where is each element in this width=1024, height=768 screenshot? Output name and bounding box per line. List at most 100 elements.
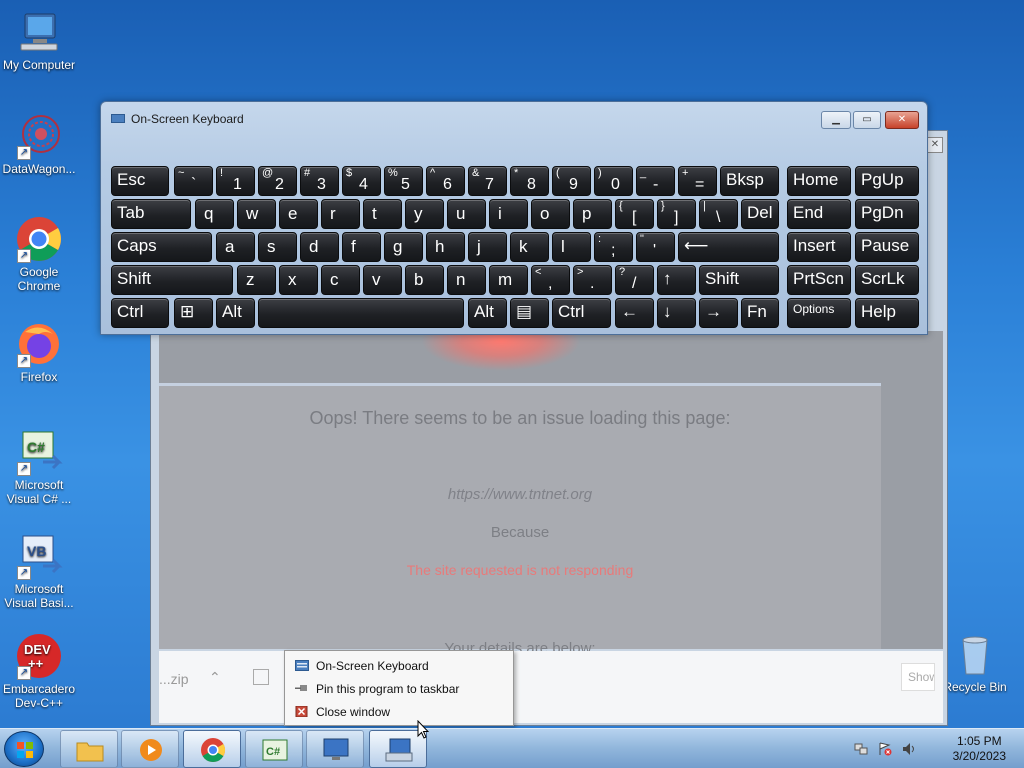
error-url[interactable]: https://www.tntnet.org <box>159 486 881 503</box>
key-insert[interactable]: Insert <box>787 232 851 262</box>
file-icon[interactable] <box>253 669 269 685</box>
key-symbol[interactable]: ? / <box>615 265 654 295</box>
start-button[interactable] <box>4 731 44 767</box>
osk-titlebar[interactable]: On-Screen Keyboard ▁ ▭ ✕ <box>101 102 927 132</box>
taskbar-chrome-button[interactable] <box>183 730 241 768</box>
key-home[interactable]: Home <box>787 166 851 196</box>
key-symbol[interactable]: ↓ <box>657 298 696 328</box>
key-w[interactable]: w <box>237 199 276 229</box>
key-symbol[interactable]: <, <box>531 265 570 295</box>
key-symbol[interactable]: #3 <box>300 166 339 196</box>
key-f[interactable]: f <box>342 232 381 262</box>
key-symbol[interactable]: ⊞ <box>174 298 213 328</box>
key-symbol[interactable]: % 5 <box>384 166 423 196</box>
key-m[interactable]: m <box>489 265 528 295</box>
taskbar-explorer-button[interactable] <box>60 730 118 768</box>
taskbar-media-player-button[interactable] <box>121 730 179 768</box>
key-symbol[interactable]: ! 1 <box>216 166 255 196</box>
key-end[interactable]: End <box>787 199 851 229</box>
key-fn[interactable]: Fn <box>741 298 779 328</box>
key-u[interactable]: u <box>447 199 486 229</box>
key-n[interactable]: n <box>447 265 486 295</box>
key-symbol[interactable]: >. <box>573 265 612 295</box>
key-bksp[interactable]: Bksp <box>720 166 779 196</box>
key-symbol[interactable]: ~ ` <box>174 166 213 196</box>
key-g[interactable]: g <box>384 232 423 262</box>
key-y[interactable]: y <box>405 199 444 229</box>
key-pause[interactable]: Pause <box>855 232 919 262</box>
key-symbol[interactable]: @2 <box>258 166 297 196</box>
key-x[interactable]: x <box>279 265 318 295</box>
chevron-up-icon[interactable]: ⌃ <box>209 669 221 686</box>
key-space[interactable] <box>258 298 464 328</box>
key-tab[interactable]: Tab <box>111 199 191 229</box>
volume-icon[interactable] <box>902 742 916 756</box>
key-symbol[interactable]: }] <box>657 199 696 229</box>
taskbar-remote-desktop-button[interactable] <box>306 730 364 768</box>
key-options[interactable]: Options <box>787 298 851 328</box>
key-symbol[interactable]: {[ <box>615 199 654 229</box>
key-symbol[interactable]: :; <box>594 232 633 262</box>
key-symbol[interactable]: → <box>699 298 738 328</box>
key-pgup[interactable]: PgUp <box>855 166 919 196</box>
menu-item-close-window[interactable]: Close window <box>285 701 513 723</box>
network-icon[interactable] <box>854 742 868 756</box>
key-l[interactable]: l <box>552 232 591 262</box>
taskbar-csharp-button[interactable]: C# <box>245 730 303 768</box>
key-caps[interactable]: Caps <box>111 232 212 262</box>
key-j[interactable]: j <box>468 232 507 262</box>
key-symbol[interactable]: (9 <box>552 166 591 196</box>
clock[interactable]: 1:05 PM 3/20/2023 <box>953 734 1006 764</box>
key-symbol[interactable]: ↑ <box>657 265 696 295</box>
key-symbol[interactable]: ) 0 <box>594 166 633 196</box>
key-s[interactable]: s <box>258 232 297 262</box>
key-symbol[interactable]: ← <box>615 298 654 328</box>
desktop-icon-firefox[interactable]: ↗ Firefox <box>0 320 78 384</box>
key-shift[interactable]: Shift <box>111 265 233 295</box>
key-r[interactable]: r <box>321 199 360 229</box>
maximize-button[interactable]: ▭ <box>853 111 881 129</box>
menu-item-pin[interactable]: Pin this program to taskbar <box>285 678 513 700</box>
key-alt[interactable]: Alt <box>468 298 507 328</box>
key-d[interactable]: d <box>300 232 339 262</box>
minimize-button[interactable]: ▁ <box>821 111 851 129</box>
key-c[interactable]: c <box>321 265 360 295</box>
key-symbol[interactable]: ⟵ <box>678 232 779 262</box>
key-symbol[interactable]: | \ <box>699 199 738 229</box>
key-symbol[interactable]: * 8 <box>510 166 549 196</box>
on-screen-keyboard-window[interactable]: On-Screen Keyboard ▁ ▭ ✕ Esc ~ `! 1 @2 #3 $4% 5… <box>100 101 928 335</box>
key-a[interactable]: a <box>216 232 255 262</box>
show-all-button[interactable]: Show all <box>901 663 935 691</box>
close-button[interactable]: ✕ <box>885 111 919 129</box>
close-icon[interactable]: ✕ <box>927 137 943 153</box>
key-help[interactable]: Help <box>855 298 919 328</box>
key-e[interactable]: e <box>279 199 318 229</box>
desktop-icon-my-computer[interactable]: My Computer <box>0 8 78 72</box>
key-t[interactable]: t <box>363 199 402 229</box>
action-center-icon[interactable] <box>878 742 892 756</box>
desktop-icon-google-chrome[interactable]: ↗ Google Chrome <box>0 215 78 293</box>
key-ctrl[interactable]: Ctrl <box>552 298 611 328</box>
key-scrlk[interactable]: ScrLk <box>855 265 919 295</box>
key-symbol[interactable]: ^ 6 <box>426 166 465 196</box>
menu-item-osk[interactable]: On-Screen Keyboard <box>285 655 513 677</box>
key-symbol[interactable]: $4 <box>342 166 381 196</box>
key-symbol[interactable]: _ - <box>636 166 675 196</box>
key-b[interactable]: b <box>405 265 444 295</box>
key-i[interactable]: i <box>489 199 528 229</box>
key-q[interactable]: q <box>195 199 234 229</box>
key-symbol[interactable]: & 7 <box>468 166 507 196</box>
key-pgdn[interactable]: PgDn <box>855 199 919 229</box>
desktop-icon-dev-cpp[interactable]: DEV ++ ↗ Embarcadero Dev-C++ <box>0 632 78 710</box>
key-h[interactable]: h <box>426 232 465 262</box>
key-shift[interactable]: Shift <box>699 265 779 295</box>
desktop-icon-datawagon[interactable]: ↗ DataWagon... <box>0 112 78 176</box>
desktop-icon-visual-basic[interactable]: VB ↗ Microsoft Visual Basi... <box>0 532 78 610</box>
key-ctrl[interactable]: Ctrl <box>111 298 169 328</box>
key-prtscn[interactable]: PrtScn <box>787 265 851 295</box>
key-symbol[interactable]: ▤ <box>510 298 549 328</box>
key-o[interactable]: o <box>531 199 570 229</box>
download-filename[interactable]: ...zip <box>159 671 189 687</box>
key-p[interactable]: p <box>573 199 612 229</box>
key-symbol[interactable]: + = <box>678 166 717 196</box>
